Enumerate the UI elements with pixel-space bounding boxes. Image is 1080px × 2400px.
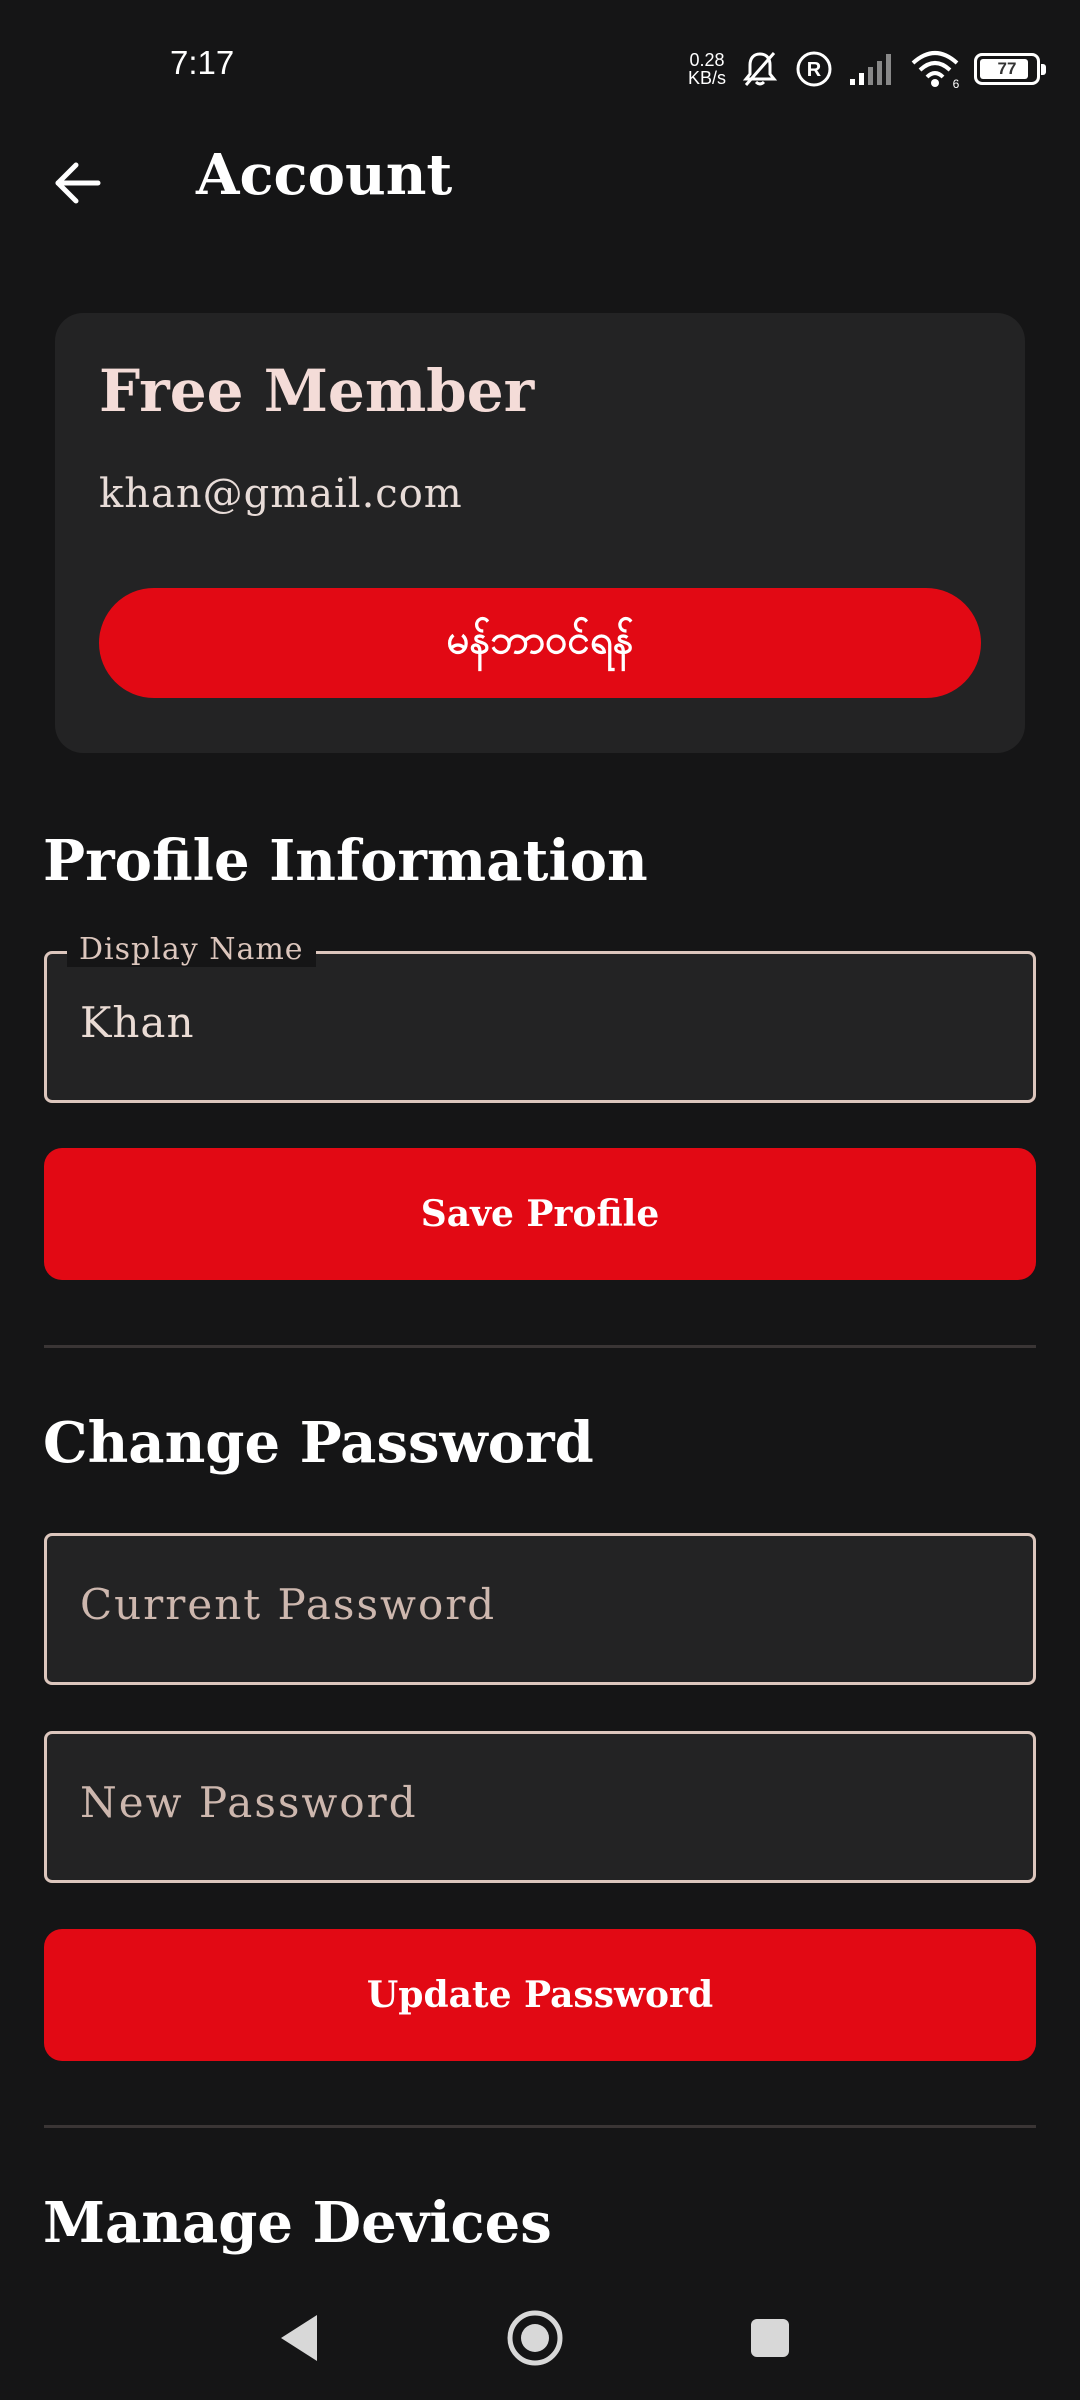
triangle-back-icon xyxy=(275,2311,325,2369)
circle-home-icon xyxy=(505,2308,565,2372)
square-recents-icon xyxy=(748,2316,792,2364)
arrow-left-icon xyxy=(50,156,104,214)
devices-section-title: Manage Devices xyxy=(43,2190,552,2256)
status-time: 7:17 xyxy=(170,44,235,81)
divider xyxy=(44,2125,1036,2128)
display-name-label: Display Name xyxy=(67,932,316,967)
status-bar: 7:17 0.28 KB/s R 6 77 xyxy=(0,0,1080,130)
membership-card: Free Member khan@gmail.com မန်ဘာဝင်ရန် xyxy=(55,313,1025,753)
nav-recents-button[interactable] xyxy=(730,2300,810,2380)
wifi-badge: 6 xyxy=(953,77,960,89)
current-password-placeholder: Current Password xyxy=(80,1580,497,1629)
wifi-icon: 6 xyxy=(910,49,960,89)
update-password-button[interactable]: Update Password xyxy=(44,1929,1036,2061)
profile-section-title: Profile Information xyxy=(43,828,648,894)
new-password-placeholder: New Password xyxy=(80,1778,418,1827)
net-speed-unit: KB/s xyxy=(687,68,726,88)
nav-home-button[interactable] xyxy=(495,2300,575,2380)
back-button[interactable] xyxy=(40,148,114,222)
signal-icon xyxy=(848,51,896,87)
display-name-value: Khan xyxy=(80,998,195,1047)
save-profile-button[interactable]: Save Profile xyxy=(44,1148,1036,1280)
password-section-title: Change Password xyxy=(43,1410,594,1476)
membership-title: Free Member xyxy=(99,357,535,425)
subscribe-button[interactable]: မန်ဘာဝင်ရန် xyxy=(99,588,981,698)
bell-off-icon xyxy=(740,49,780,89)
battery-icon: 77 xyxy=(974,53,1046,85)
display-name-field[interactable]: Display Name Khan xyxy=(44,932,1036,1103)
app-bar: Account xyxy=(0,130,1080,230)
nav-back-button[interactable] xyxy=(260,2300,340,2380)
svg-text:R: R xyxy=(807,59,822,81)
divider xyxy=(44,1345,1036,1348)
net-speed: 0.28 KB/s xyxy=(688,51,726,87)
net-speed-value: 0.28 xyxy=(689,50,725,70)
new-password-field[interactable]: New Password xyxy=(44,1731,1036,1883)
page-title: Account xyxy=(196,142,453,208)
account-email: khan@gmail.com xyxy=(99,471,463,517)
status-icons: 0.28 KB/s R 6 77 xyxy=(688,44,1046,94)
registered-icon: R xyxy=(794,49,834,89)
current-password-field[interactable]: Current Password xyxy=(44,1533,1036,1685)
system-nav-bar xyxy=(0,2280,1080,2400)
battery-level: 77 xyxy=(997,59,1017,78)
